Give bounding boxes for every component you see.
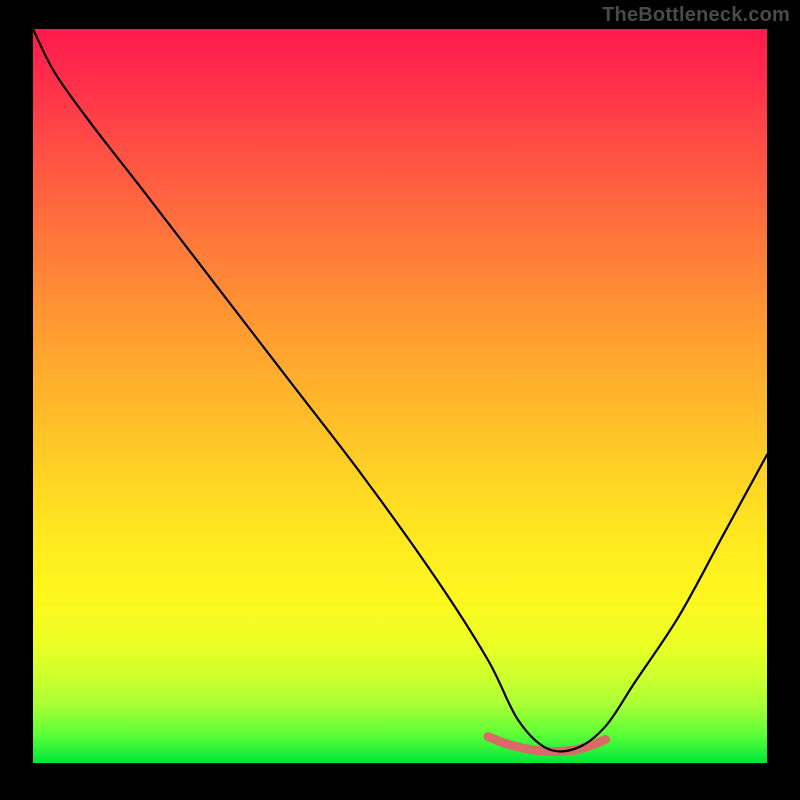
bottleneck-curve-black (33, 29, 767, 752)
watermark-text: TheBottleneck.com (602, 4, 790, 27)
plot-area (33, 29, 767, 763)
chart-frame: TheBottleneck.com (0, 0, 800, 800)
bottleneck-chart (33, 29, 767, 763)
